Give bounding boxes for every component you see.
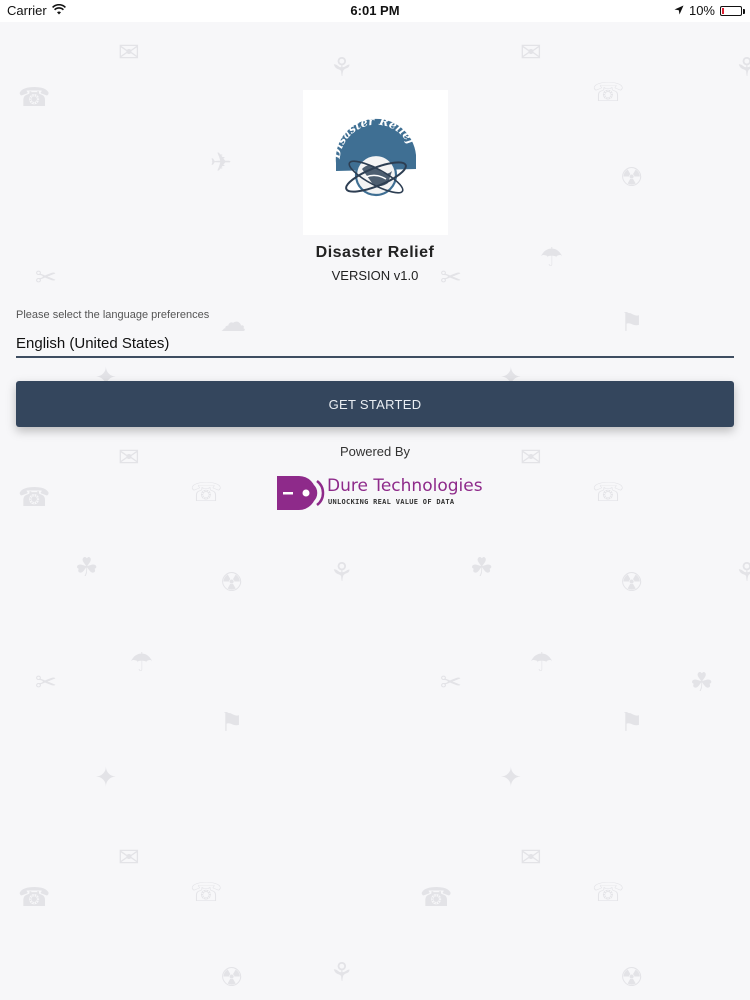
company-name: Dure Technologies <box>327 476 483 496</box>
language-label: Please select the language preferences <box>16 309 210 321</box>
company-tagline: UNLOCKING REAL VALUE OF DATA <box>328 498 455 506</box>
app-logo: Disaster Relief <box>303 90 448 235</box>
language-select[interactable]: English (United States) <box>16 330 734 358</box>
status-bar: Carrier 6:01 PM 10% <box>0 0 750 22</box>
get-started-button[interactable]: GET STARTED <box>16 381 734 427</box>
app-screen: ✉ ⚘ ✉ ⚘ ☎ ☏ ✈ ☢ ✂ ✂ ☂ ☁ ⚑ ✦ ✦ ✉ ✉ ☎ ☏ ☏ … <box>0 0 750 1000</box>
app-version: VERSION v1.0 <box>331 268 419 283</box>
battery-icon <box>720 5 745 16</box>
battery-percentage: 10% <box>688 3 715 18</box>
battery-level-fill <box>722 7 724 14</box>
dure-mark-icon <box>277 476 325 510</box>
location-arrow-icon <box>674 3 684 18</box>
app-name: Disaster Relief <box>315 244 435 261</box>
status-right: 10% <box>674 3 745 18</box>
globe-logo-icon: Disaster Relief <box>328 113 419 196</box>
status-time: 6:01 PM <box>350 3 400 18</box>
dure-technologies-logo: Dure Technologies UNLOCKING REAL VALUE O… <box>276 473 483 513</box>
powered-by-label: Powered By <box>339 444 411 459</box>
